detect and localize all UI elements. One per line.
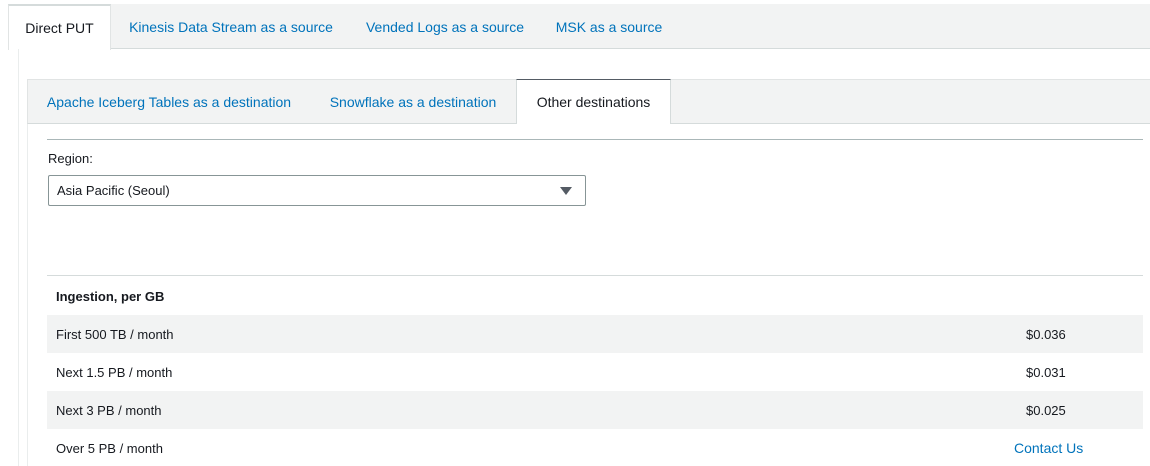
tab-kinesis-data-stream[interactable]: Kinesis Data Stream as a source xyxy=(111,4,351,49)
outer-panel-border xyxy=(18,49,19,466)
tier-price: $0.025 xyxy=(1026,402,1066,418)
tier-label: Next 3 PB / month xyxy=(56,402,162,418)
panel-divider xyxy=(47,139,1143,140)
region-select[interactable]: Asia Pacific (Seoul) xyxy=(48,175,586,206)
tab-other-destinations[interactable]: Other destinations xyxy=(516,79,671,124)
table-row: First 500 TB / month $0.036 xyxy=(47,315,1143,353)
tier-label: First 500 TB / month xyxy=(56,326,174,342)
tier-label: Over 5 PB / month xyxy=(56,440,163,456)
inner-panel-border xyxy=(27,124,28,466)
tab-apache-iceberg[interactable]: Apache Iceberg Tables as a destination xyxy=(28,80,310,124)
tier-price: $0.036 xyxy=(1026,326,1066,342)
table-row: Over 5 PB / month Contact Us xyxy=(47,429,1143,466)
caret-down-icon xyxy=(560,187,572,195)
tab-direct-put[interactable]: Direct PUT xyxy=(8,4,111,50)
source-tabs: Direct PUT Kinesis Data Stream as a sour… xyxy=(8,4,1150,50)
table-header: Ingestion, per GB xyxy=(56,288,165,304)
pricing-page: Direct PUT Kinesis Data Stream as a sour… xyxy=(0,0,1150,466)
tab-msk[interactable]: MSK as a source xyxy=(539,4,679,49)
table-row: Next 3 PB / month $0.025 xyxy=(47,391,1143,429)
tab-snowflake[interactable]: Snowflake as a destination xyxy=(310,80,516,124)
region-label: Region: xyxy=(48,151,93,166)
region-selected-value: Asia Pacific (Seoul) xyxy=(57,183,170,198)
table-divider xyxy=(47,275,1143,276)
tier-price: $0.031 xyxy=(1026,364,1066,380)
tab-vended-logs[interactable]: Vended Logs as a source xyxy=(351,4,539,49)
destination-tabs: Apache Iceberg Tables as a destination S… xyxy=(27,79,1150,124)
tier-label: Next 1.5 PB / month xyxy=(56,364,173,380)
contact-us-link[interactable]: Contact Us xyxy=(1014,440,1083,456)
pricing-table: Ingestion, per GB First 500 TB / month $… xyxy=(47,277,1143,466)
table-row: Next 1.5 PB / month $0.031 xyxy=(47,353,1143,391)
